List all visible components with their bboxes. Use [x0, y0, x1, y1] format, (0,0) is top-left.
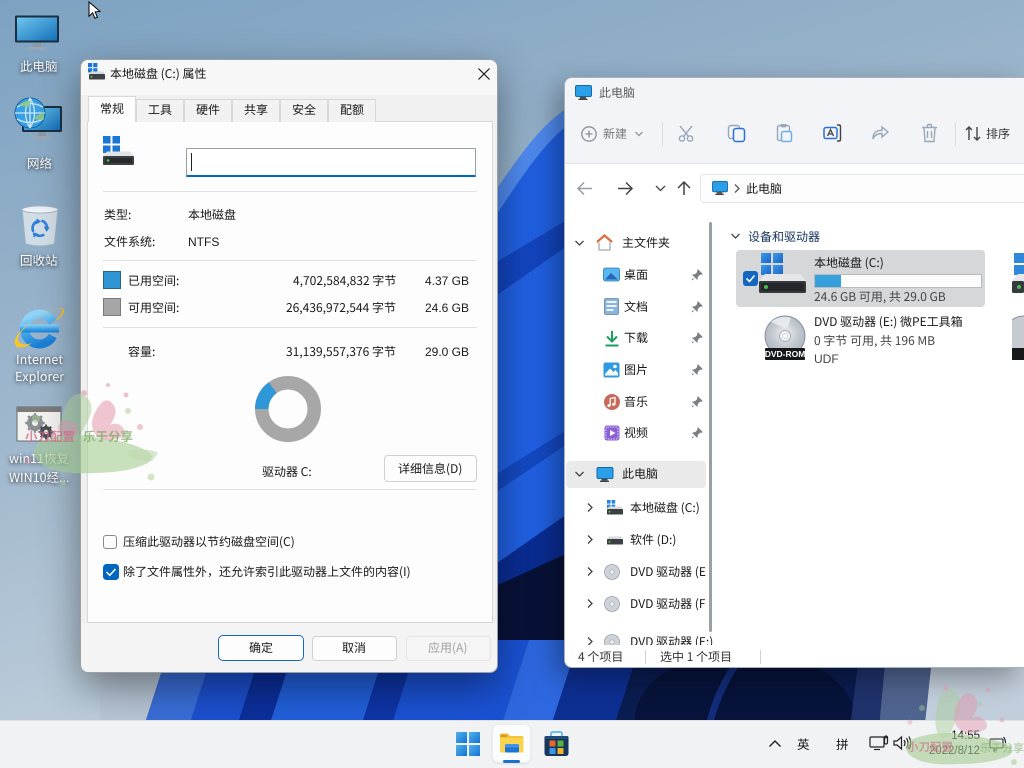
svg-text:DVD-ROM: DVD-ROM — [765, 349, 806, 359]
